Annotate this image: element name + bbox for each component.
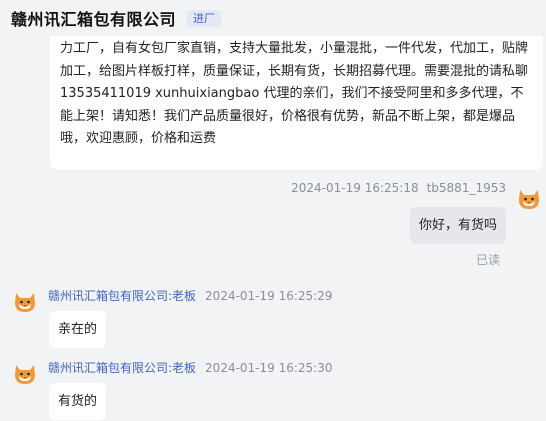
message-meta: 赣州讯汇箱包有限公司:老板 2024-01-19 16:25:30 bbox=[48, 359, 333, 376]
message-timestamp: 2024-01-19 16:25:30 bbox=[205, 361, 333, 375]
avatar[interactable] bbox=[515, 184, 543, 212]
message-bubble: 有货的 bbox=[49, 383, 107, 420]
chat-header: 赣州讯汇箱包有限公司 进厂 bbox=[0, 0, 546, 36]
chat-messages[interactable]: 力工厂，自有女包厂家直销，支持大量批发，小量混批，一件代发，代加工，贴牌加工，给… bbox=[0, 36, 546, 421]
avatar[interactable] bbox=[11, 287, 39, 315]
message-bubble-self: 你好，有货吗 bbox=[409, 207, 506, 244]
shop-name[interactable]: 赣州讯汇箱包有限公司 bbox=[11, 6, 176, 30]
message-bubble: 力工厂，自有女包厂家直销，支持大量批发，小量混批，一件代发，代加工，贴牌加工，给… bbox=[50, 36, 543, 170]
read-status: 已读 bbox=[475, 253, 500, 267]
message-text: 力工厂，自有女包厂家直销，支持大量批发，小量混批，一件代发，代加工，贴牌加工，给… bbox=[60, 41, 529, 146]
message-meta: 2024-01-19 16:25:18 tb5881_1953 bbox=[291, 181, 506, 195]
cat-avatar-icon bbox=[15, 293, 35, 312]
sender-name: tb5881_1953 bbox=[426, 181, 506, 195]
cat-avatar-icon bbox=[15, 365, 35, 384]
cat-avatar-icon bbox=[519, 190, 539, 209]
message-timestamp: 2024-01-19 16:25:18 bbox=[291, 181, 419, 195]
avatar[interactable] bbox=[11, 359, 39, 387]
sender-name[interactable]: 赣州讯汇箱包有限公司:老板 bbox=[48, 361, 196, 375]
message-timestamp: 2024-01-19 16:25:29 bbox=[205, 289, 333, 303]
message-meta: 赣州讯汇箱包有限公司:老板 2024-01-19 16:25:29 bbox=[48, 287, 333, 304]
message-bubble: 亲在的 bbox=[49, 311, 107, 348]
shop-badge[interactable]: 进厂 bbox=[187, 9, 222, 27]
sender-name[interactable]: 赣州讯汇箱包有限公司:老板 bbox=[48, 289, 196, 303]
